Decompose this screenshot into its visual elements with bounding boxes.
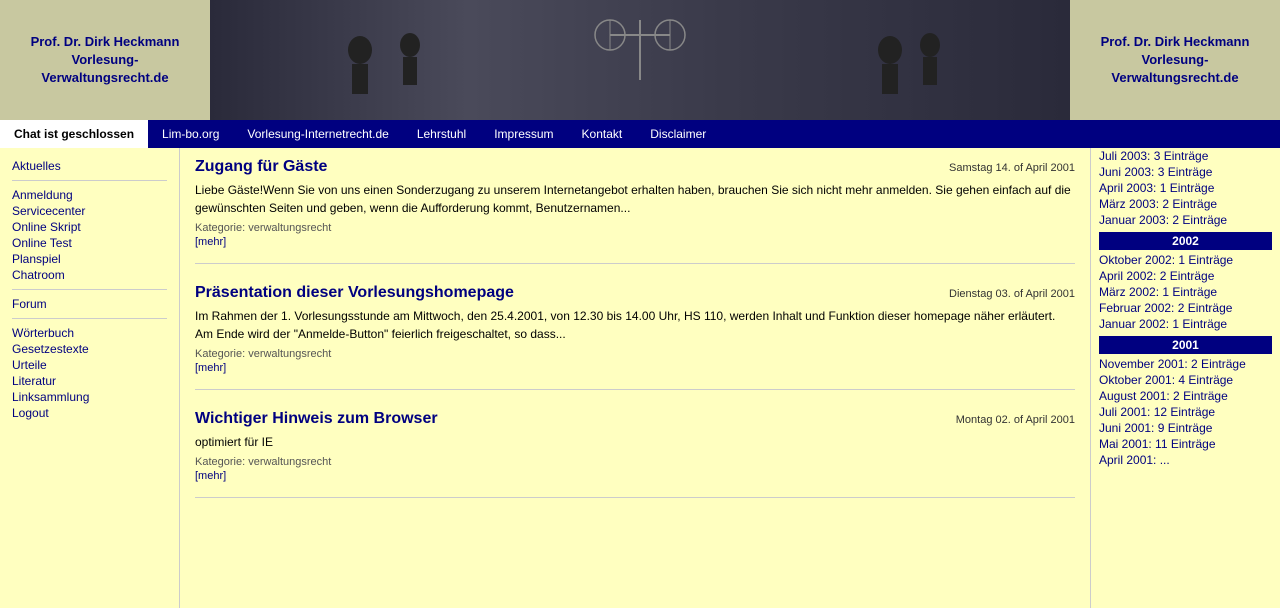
right-link-jan2002[interactable]: Januar 2002: 1 Einträge xyxy=(1099,316,1272,332)
article-3-header: Wichtiger Hinweis zum Browser Montag 02.… xyxy=(195,410,1075,428)
article-2-title[interactable]: Präsentation dieser Vorlesungshomepage xyxy=(195,284,514,302)
article-1-title[interactable]: Zugang für Gäste xyxy=(195,158,327,176)
navbar: Chat ist geschlossen Lim-bo.org Vorlesun… xyxy=(0,120,1280,148)
sidebar-item-woerterbuch[interactable]: Wörterbuch xyxy=(12,325,167,341)
article-1-body: Liebe Gäste!Wenn Sie von uns einen Sonde… xyxy=(195,181,1075,217)
right-link-jun2001[interactable]: Juni 2001: 9 Einträge xyxy=(1099,420,1272,436)
right-sidebar: Juli 2003: 3 Einträge Juni 2003: 3 Eintr… xyxy=(1090,148,1280,608)
article-2: Präsentation dieser Vorlesungshomepage D… xyxy=(195,284,1075,390)
header-left-title: Prof. Dr. Dirk Heckmann Vorlesung- Verwa… xyxy=(31,33,180,88)
right-link-mai2001[interactable]: Mai 2001: 11 Einträge xyxy=(1099,436,1272,452)
right-link-maerz2003[interactable]: März 2003: 2 Einträge xyxy=(1099,196,1272,212)
article-1: Zugang für Gäste Samstag 14. of April 20… xyxy=(195,158,1075,264)
content-area: Zugang für Gäste Samstag 14. of April 20… xyxy=(180,148,1090,608)
header: Prof. Dr. Dirk Heckmann Vorlesung- Verwa… xyxy=(0,0,1280,120)
sidebar-item-linksammlung[interactable]: Linksammlung xyxy=(12,389,167,405)
article-3-category: Kategorie: verwaltungsrecht xyxy=(195,456,1075,468)
nav-impressum[interactable]: Impressum xyxy=(480,120,567,148)
sidebar-item-online-skript[interactable]: Online Skript xyxy=(12,219,167,235)
right-year-2001: 2001 xyxy=(1099,336,1272,354)
sidebar: Aktuelles Anmeldung Servicecenter Online… xyxy=(0,148,180,608)
right-link-feb2002[interactable]: Februar 2002: 2 Einträge xyxy=(1099,300,1272,316)
article-2-category: Kategorie: verwaltungsrecht xyxy=(195,348,1075,360)
nav-lehrstuhl[interactable]: Lehrstuhl xyxy=(403,120,480,148)
right-year-2002: 2002 xyxy=(1099,232,1272,250)
sidebar-item-servicecenter[interactable]: Servicecenter xyxy=(12,203,167,219)
article-1-category: Kategorie: verwaltungsrecht xyxy=(195,222,1075,234)
sidebar-item-gesetzestexte[interactable]: Gesetzestexte xyxy=(12,341,167,357)
sidebar-item-planspiel[interactable]: Planspiel xyxy=(12,251,167,267)
right-link-juli2003[interactable]: Juli 2003: 3 Einträge xyxy=(1099,148,1272,164)
sidebar-item-urteile[interactable]: Urteile xyxy=(12,357,167,373)
right-link-april2003[interactable]: April 2003: 1 Einträge xyxy=(1099,180,1272,196)
right-link-maerz2002[interactable]: März 2002: 1 Einträge xyxy=(1099,284,1272,300)
right-link-juni2003[interactable]: Juni 2003: 3 Einträge xyxy=(1099,164,1272,180)
article-3-date: Montag 02. of April 2001 xyxy=(956,414,1075,426)
header-right-title: Prof. Dr. Dirk Heckmann Vorlesung- Verwa… xyxy=(1101,33,1250,88)
right-link-okt2001[interactable]: Oktober 2001: 4 Einträge xyxy=(1099,372,1272,388)
sidebar-item-online-test[interactable]: Online Test xyxy=(12,235,167,251)
nav-limbo[interactable]: Lim-bo.org xyxy=(148,120,233,148)
article-2-date: Dienstag 03. of April 2001 xyxy=(949,288,1075,300)
header-left: Prof. Dr. Dirk Heckmann Vorlesung- Verwa… xyxy=(0,0,210,120)
article-2-body: Im Rahmen der 1. Vorlesungsstunde am Mit… xyxy=(195,307,1075,343)
sidebar-item-logout[interactable]: Logout xyxy=(12,405,167,421)
right-link-jul2001[interactable]: Juli 2001: 12 Einträge xyxy=(1099,404,1272,420)
sidebar-item-forum[interactable]: Forum xyxy=(12,296,167,312)
right-link-okt2002[interactable]: Oktober 2002: 1 Einträge xyxy=(1099,252,1272,268)
right-link-april2002[interactable]: April 2002: 2 Einträge xyxy=(1099,268,1272,284)
article-3-body: optimiert für IE xyxy=(195,433,1075,451)
header-center-image xyxy=(210,0,1070,120)
sidebar-item-chatroom[interactable]: Chatroom xyxy=(12,267,167,283)
article-3-more[interactable]: [mehr] xyxy=(195,470,226,482)
nav-internetrecht[interactable]: Vorlesung-Internetrecht.de xyxy=(233,120,402,148)
nav-chat[interactable]: Chat ist geschlossen xyxy=(0,120,148,148)
nav-disclaimer[interactable]: Disclaimer xyxy=(636,120,720,148)
header-right: Prof. Dr. Dirk Heckmann Vorlesung- Verwa… xyxy=(1070,0,1280,120)
right-link-apr2001[interactable]: April 2001: ... xyxy=(1099,452,1272,468)
right-link-nov2001[interactable]: November 2001: 2 Einträge xyxy=(1099,356,1272,372)
right-link-aug2001[interactable]: August 2001: 2 Einträge xyxy=(1099,388,1272,404)
right-link-januar2003[interactable]: Januar 2003: 2 Einträge xyxy=(1099,212,1272,228)
main-layout: Aktuelles Anmeldung Servicecenter Online… xyxy=(0,148,1280,608)
nav-kontakt[interactable]: Kontakt xyxy=(568,120,637,148)
sidebar-item-anmeldung[interactable]: Anmeldung xyxy=(12,187,167,203)
article-3: Wichtiger Hinweis zum Browser Montag 02.… xyxy=(195,410,1075,498)
sidebar-item-literatur[interactable]: Literatur xyxy=(12,373,167,389)
article-1-date: Samstag 14. of April 2001 xyxy=(949,162,1075,174)
sidebar-item-aktuelles[interactable]: Aktuelles xyxy=(12,158,167,174)
article-3-title[interactable]: Wichtiger Hinweis zum Browser xyxy=(195,410,438,428)
article-1-more[interactable]: [mehr] xyxy=(195,236,226,248)
article-2-more[interactable]: [mehr] xyxy=(195,362,226,374)
article-1-header: Zugang für Gäste Samstag 14. of April 20… xyxy=(195,158,1075,176)
article-2-header: Präsentation dieser Vorlesungshomepage D… xyxy=(195,284,1075,302)
